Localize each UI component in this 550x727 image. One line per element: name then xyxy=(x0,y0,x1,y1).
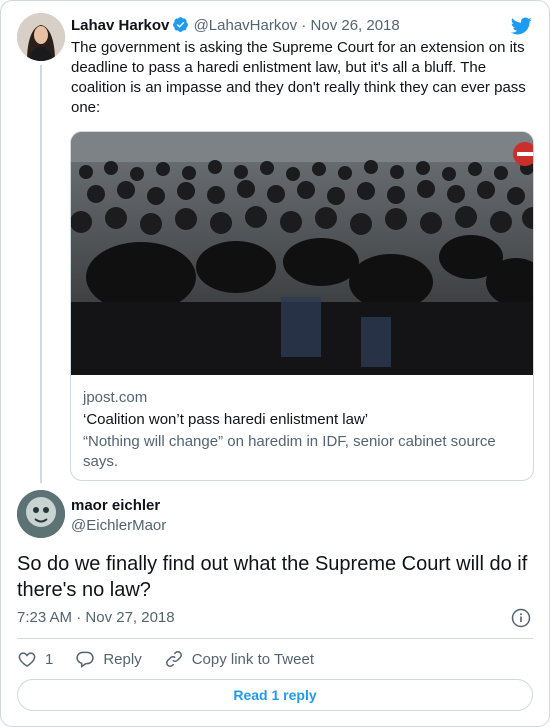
link-description: “Nothing will change” on haredim in IDF,… xyxy=(83,433,496,470)
like-button[interactable]: 1 xyxy=(17,649,53,669)
info-icon[interactable] xyxy=(511,608,531,633)
link-title: ‘Coalition won’t pass haredi enlistment … xyxy=(83,411,369,428)
author-name[interactable]: Lahav Harkov xyxy=(71,17,169,34)
reply-label: Reply xyxy=(103,650,142,668)
like-count: 1 xyxy=(45,650,54,668)
author-handle[interactable]: @LahavHarkov xyxy=(194,17,298,34)
avatar[interactable] xyxy=(17,490,65,538)
link-preview-meta: jpost.com ‘Coalition won’t pass haredi e… xyxy=(83,388,523,472)
tweet-date[interactable]: Nov 26, 2018 xyxy=(311,17,400,34)
link-domain: jpost.com xyxy=(83,389,148,406)
reply-author-handle[interactable]: @EichlerMaor xyxy=(71,516,166,536)
avatar[interactable] xyxy=(17,13,65,61)
reply-icon xyxy=(76,651,95,668)
heart-icon xyxy=(18,652,36,667)
reply-author-name[interactable]: maor eichler xyxy=(71,496,160,516)
verified-badge-icon xyxy=(172,16,189,39)
link-preview-image xyxy=(71,132,533,375)
tweet-date: Nov 27, 2018 xyxy=(85,609,175,626)
parent-tweet-header: Lahav Harkov @LahavHarkov · Nov 26, 2018 xyxy=(71,16,400,39)
tweet-time: 7:23 AM xyxy=(17,609,73,626)
separator: · xyxy=(297,17,311,34)
thread-line xyxy=(40,65,42,483)
link-icon xyxy=(165,651,182,667)
divider xyxy=(17,638,533,639)
reply-button[interactable]: Reply xyxy=(75,649,142,669)
copy-link-button[interactable]: Copy link to Tweet xyxy=(164,649,314,669)
read-replies-button[interactable]: Read 1 reply xyxy=(17,679,533,711)
tweet-embed-card: Lahav Harkov @LahavHarkov · Nov 26, 2018… xyxy=(0,0,550,727)
separator: · xyxy=(72,609,86,626)
tweet-actions: 1 Reply Copy link to Tweet xyxy=(17,649,336,669)
parent-tweet-text: The government is asking the Supreme Cou… xyxy=(71,39,526,116)
tweet-timestamp[interactable]: 7:23 AM · Nov 27, 2018 xyxy=(17,608,175,628)
link-preview-card[interactable]: jpost.com ‘Coalition won’t pass haredi e… xyxy=(70,131,534,481)
copy-link-label: Copy link to Tweet xyxy=(191,650,314,668)
reply-tweet-text: So do we finally find out what the Supre… xyxy=(17,553,528,601)
